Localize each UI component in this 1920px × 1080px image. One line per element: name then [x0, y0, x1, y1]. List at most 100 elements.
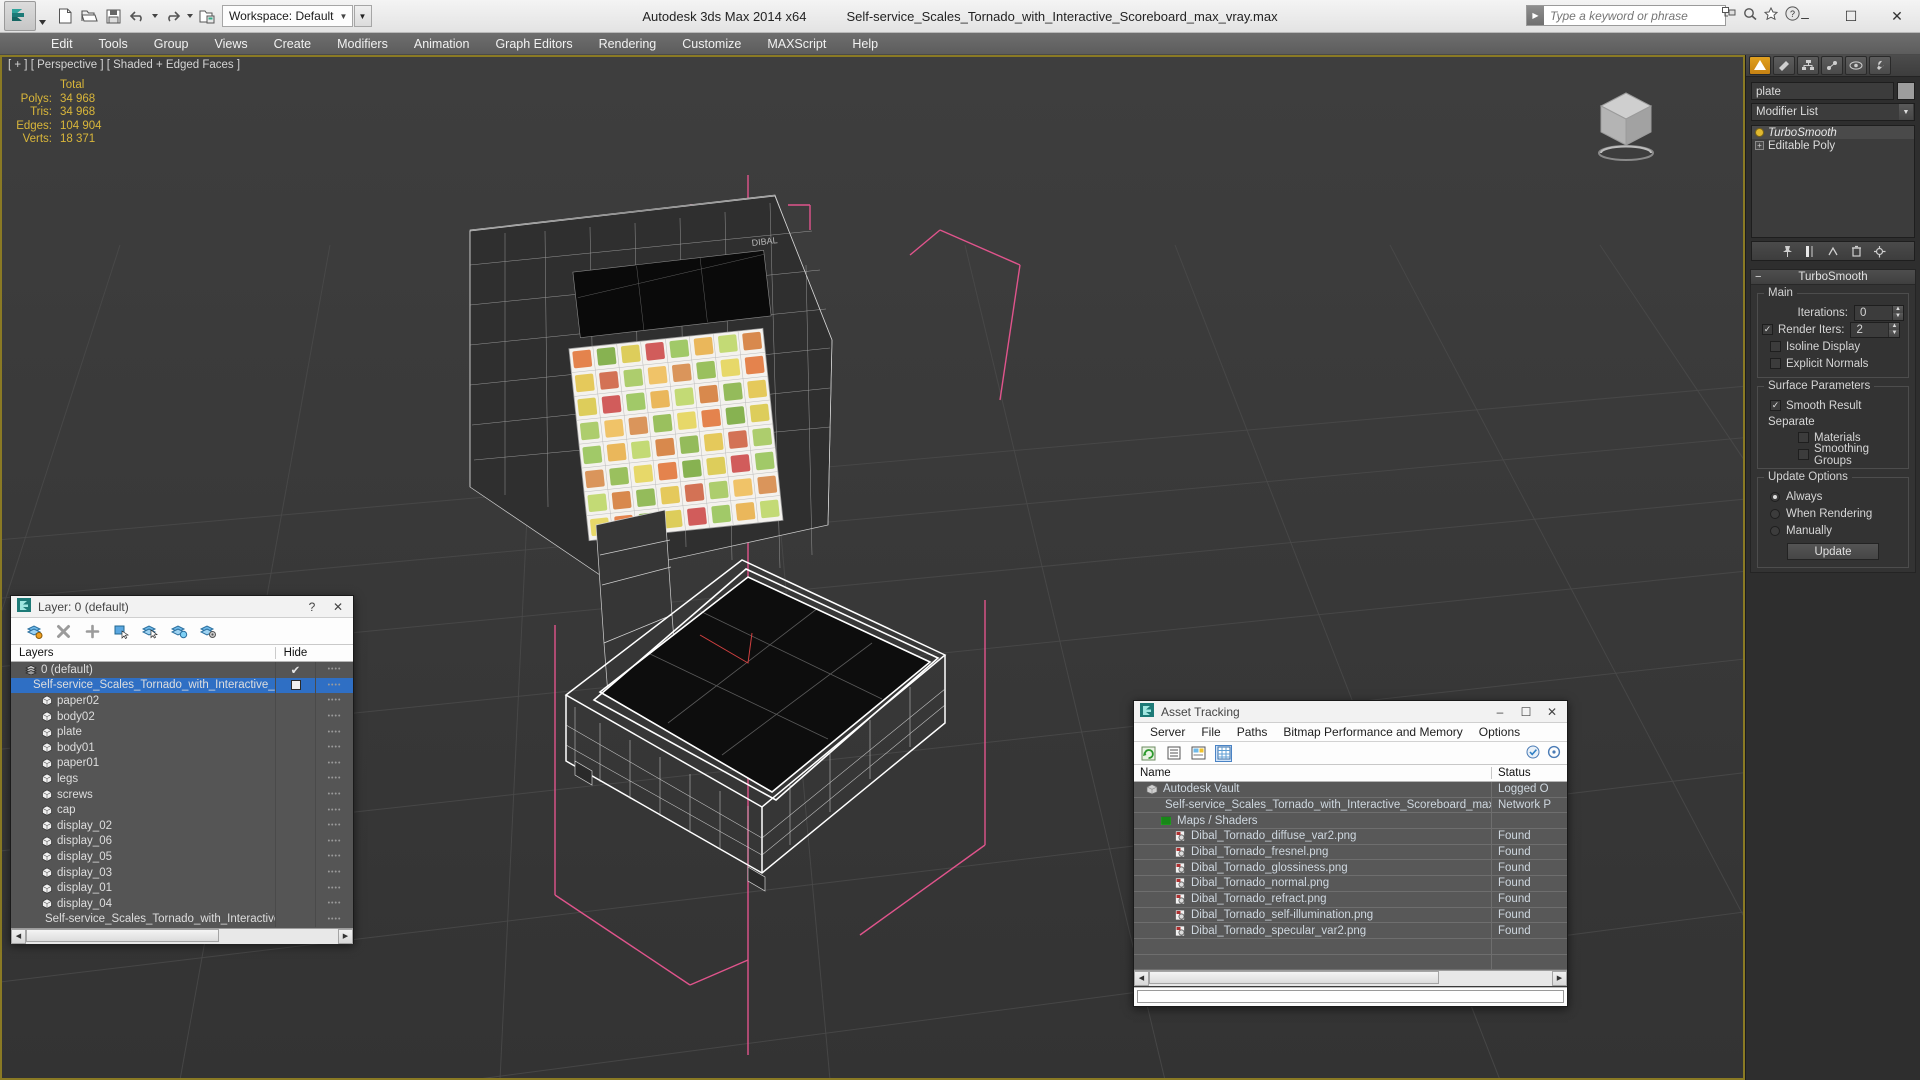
maximize-button[interactable]: ☐	[1828, 0, 1874, 33]
tab-display[interactable]	[1845, 56, 1867, 75]
layer-dialog[interactable]: Layer: 0 (default) ? ✕ Layers Hide 0 (de…	[10, 595, 354, 944]
layer-row-name-cell[interactable]: screws	[41, 789, 275, 801]
layer-extra-cell[interactable]: ••••	[315, 911, 353, 928]
render-iters-spin-arrows[interactable]: ▲ ▼	[1888, 322, 1900, 337]
layer-row[interactable]: plate ••••	[11, 724, 353, 740]
layer-scroll-track[interactable]	[26, 928, 338, 944]
layer-row-name-cell[interactable]: plate	[41, 726, 275, 738]
layer-extra-cell[interactable]: ••••	[315, 677, 353, 694]
scroll-left-arrow-icon[interactable]: ◀	[11, 928, 26, 944]
layer-hide-cell[interactable]	[275, 833, 315, 850]
asset-tracking-dialog[interactable]: Asset Tracking – ☐ ✕ Server File Paths Bitm…	[1133, 700, 1568, 1008]
paths-view-icon[interactable]	[1190, 745, 1207, 762]
list-view-icon[interactable]	[1165, 745, 1182, 762]
asset-scroll-right-icon[interactable]: ▶	[1552, 970, 1567, 986]
layer-row[interactable]: display_06 ••••	[11, 833, 353, 850]
explicit-normals-row[interactable]: Explicit Normals	[1762, 355, 1904, 372]
layer-extra-cell[interactable]: ••••	[315, 849, 353, 865]
create-new-layer-icon[interactable]	[25, 622, 43, 640]
isoline-display-row[interactable]: Isoline Display	[1762, 338, 1904, 355]
layer-row-name-cell[interactable]: body01	[41, 742, 275, 754]
layer-row[interactable]: −Self-service_Scales_Tornado_with_Intera…	[11, 677, 353, 694]
asset-row[interactable]: Dibal_Tornado_glossiness.png Found	[1134, 860, 1567, 877]
show-end-result-icon[interactable]	[1802, 243, 1818, 259]
menu-edit[interactable]: Edit	[38, 33, 86, 55]
menu-views[interactable]: Views	[201, 33, 260, 55]
layer-row-name-cell[interactable]: paper01	[41, 757, 275, 769]
menu-help[interactable]: Help	[839, 33, 891, 55]
configure-modifier-sets-icon[interactable]	[1871, 243, 1887, 259]
asset-row-name-cell[interactable]: Dibal_Tornado_self-illumination.png	[1174, 909, 1491, 921]
iterations-spin-arrows[interactable]: ▲ ▼	[1892, 305, 1903, 320]
layer-extra-cell[interactable]: ••••	[315, 833, 353, 850]
layer-hide-cell[interactable]	[275, 817, 315, 834]
object-name-field[interactable]: plate	[1751, 82, 1894, 100]
layer-row[interactable]: paper01 ••••	[11, 755, 353, 772]
layer-hide-cell[interactable]	[275, 880, 315, 896]
close-button[interactable]: ✕	[1874, 0, 1920, 33]
rollout-header[interactable]: − TurboSmooth	[1751, 270, 1915, 285]
layer-extra-cell[interactable]: ••••	[315, 755, 353, 772]
asset-minimize-button[interactable]: –	[1487, 702, 1513, 722]
layer-row-name-cell[interactable]: −Self-service_Scales_Tornado_with_Intera…	[25, 679, 275, 691]
asset-row[interactable]: Maps / Shaders	[1134, 813, 1567, 830]
select-objects-in-layer-icon[interactable]	[112, 622, 130, 640]
layer-row[interactable]: display_05 ••••	[11, 849, 353, 865]
isoline-display-checkbox[interactable]	[1770, 341, 1781, 352]
layer-settings-icon[interactable]	[199, 622, 217, 640]
tab-hierarchy[interactable]	[1797, 56, 1819, 75]
layer-row[interactable]: paper02 ••••	[11, 693, 353, 709]
layer-row[interactable]: body02 ••••	[11, 708, 353, 725]
layer-row-name-cell[interactable]: legs	[41, 773, 275, 785]
layer-extra-cell[interactable]: ••••	[315, 662, 353, 678]
asset-menu-server[interactable]: Server	[1142, 723, 1193, 742]
view-cube[interactable]	[1587, 85, 1665, 163]
layer-row[interactable]: display_03 ••••	[11, 864, 353, 881]
rollout-collapse-icon[interactable]: −	[1755, 271, 1761, 283]
new-file-button[interactable]	[54, 5, 76, 27]
asset-dialog-titlebar[interactable]: Asset Tracking – ☐ ✕	[1134, 701, 1567, 723]
asset-row[interactable]: Dibal_Tornado_normal.png Found	[1134, 876, 1567, 892]
radio-button[interactable]	[1770, 508, 1780, 519]
layer-row-name-cell[interactable]: display_02	[41, 820, 275, 832]
menu-group[interactable]: Group	[141, 33, 202, 55]
grid-view-icon[interactable]	[1215, 744, 1232, 762]
menu-create[interactable]: Create	[261, 33, 325, 55]
light-bulb-icon[interactable]	[1755, 128, 1764, 137]
make-unique-icon[interactable]	[1825, 243, 1841, 259]
modifier-list-caret-icon[interactable]: ▼	[1899, 104, 1913, 120]
tab-create[interactable]	[1749, 56, 1771, 75]
remove-modifier-icon[interactable]	[1848, 243, 1864, 259]
menu-rendering[interactable]: Rendering	[586, 33, 670, 55]
search-box[interactable]: ▶	[1526, 5, 1726, 26]
delete-layer-icon[interactable]	[54, 622, 72, 640]
layer-row[interactable]: display_02 ••••	[11, 817, 353, 834]
layer-row[interactable]: Self-service_Scales_Tornado_with_Interac…	[11, 911, 353, 928]
render-iters-spinner[interactable]: 2 ▲ ▼	[1850, 321, 1901, 338]
explicit-normals-checkbox[interactable]	[1770, 358, 1781, 369]
asset-row[interactable]: 3Self-service_Scales_Tornado_with_Intera…	[1134, 797, 1567, 814]
pin-stack-icon[interactable]	[1779, 243, 1795, 259]
layer-hide-cell[interactable]	[275, 677, 315, 694]
layer-row-name-cell[interactable]: display_03	[41, 867, 275, 879]
layer-hide-cell[interactable]	[275, 739, 315, 756]
asset-menu-paths[interactable]: Paths	[1229, 723, 1276, 742]
layer-scroll-thumb[interactable]	[26, 928, 220, 942]
object-color-swatch[interactable]	[1897, 82, 1915, 100]
layer-hide-cell[interactable]	[275, 708, 315, 725]
layer-row-name-cell[interactable]: Self-service_Scales_Tornado_with_Interac…	[41, 913, 275, 925]
smooth-result-row[interactable]: Smooth Result	[1762, 397, 1904, 414]
layer-hide-cell[interactable]	[275, 771, 315, 787]
menu-graph-editors[interactable]: Graph Editors	[482, 33, 585, 55]
info-center-icon[interactable]	[1743, 7, 1757, 23]
tab-motion[interactable]	[1821, 56, 1843, 75]
layer-hide-checkbox[interactable]	[290, 680, 301, 691]
scroll-right-arrow-icon[interactable]: ▶	[338, 928, 353, 944]
layer-dialog-close-button[interactable]: ✕	[325, 597, 351, 617]
asset-row-name-cell[interactable]: Autodesk Vault	[1146, 783, 1491, 795]
radio-button[interactable]	[1770, 491, 1780, 502]
layer-row-name-cell[interactable]: display_04	[41, 898, 275, 910]
project-folder-button[interactable]	[196, 5, 218, 27]
smooth-result-checkbox[interactable]	[1770, 400, 1781, 411]
asset-scroll-thumb[interactable]	[1149, 970, 1440, 984]
